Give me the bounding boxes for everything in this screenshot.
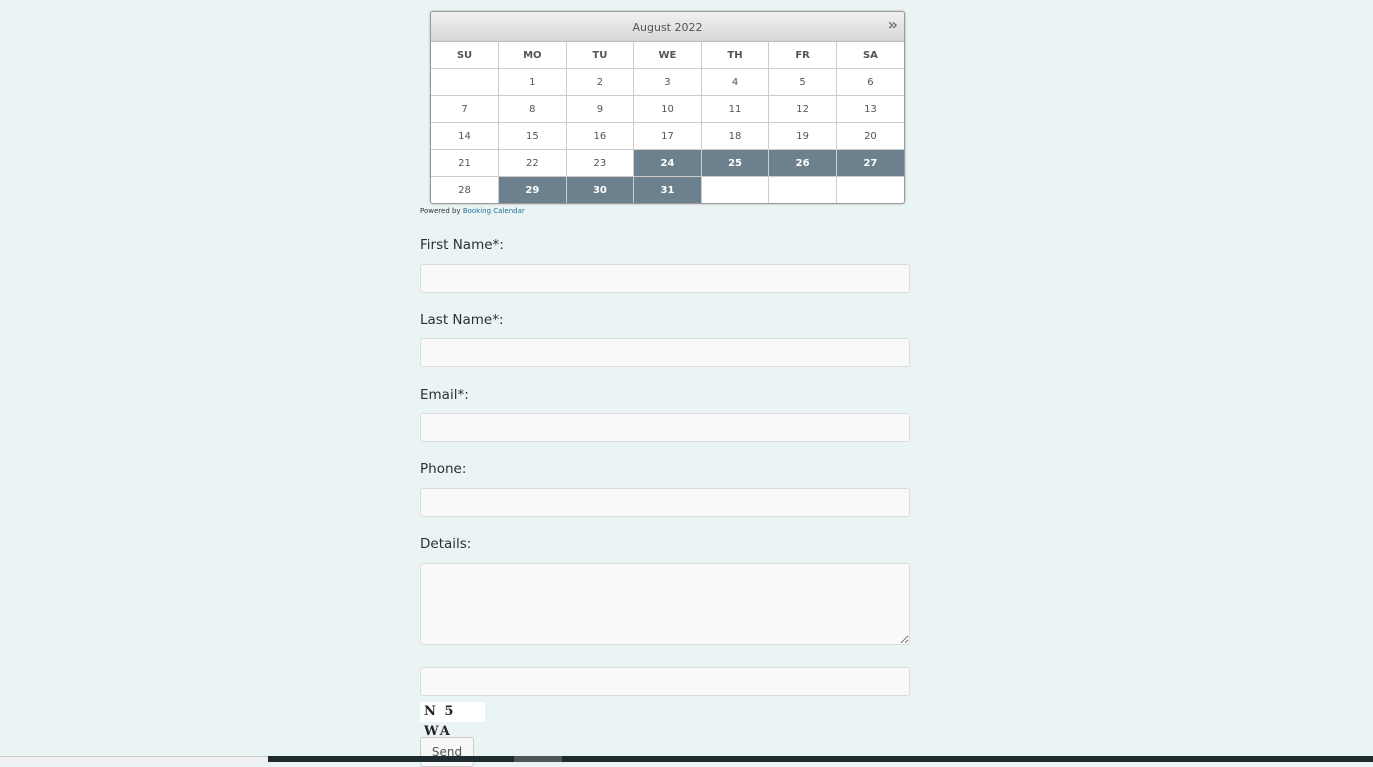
calendar-day[interactable]: 7: [431, 95, 500, 123]
calendar-empty-cell: [768, 176, 837, 203]
calendar-day[interactable]: 5: [768, 68, 837, 96]
weekday-row: SU MO TU WE TH FR SA: [431, 42, 904, 69]
details-textarea[interactable]: [420, 563, 910, 645]
calendar-day[interactable]: 18: [701, 122, 770, 150]
booking-calendar: August 2022 » SU MO TU WE TH FR SA 12345…: [430, 11, 905, 204]
calendar-day[interactable]: 15: [498, 122, 567, 150]
phone-label: Phone:: [420, 461, 467, 477]
calendar-day[interactable]: 22: [498, 149, 567, 177]
calendar-week-row: 7 8 9 10 11 12 13: [431, 95, 904, 123]
calendar-day[interactable]: 19: [768, 122, 837, 150]
calendar-day[interactable]: 30: [566, 176, 635, 203]
calendar-empty-cell: [431, 68, 500, 96]
weekday-header: TH: [701, 42, 770, 69]
calendar-day[interactable]: 26: [768, 149, 837, 177]
booking-calendar-link[interactable]: Booking Calendar: [463, 207, 525, 215]
details-label: Details:: [420, 536, 472, 552]
phone-input[interactable]: [420, 488, 910, 517]
next-month-icon[interactable]: »: [888, 17, 898, 33]
taskbar: [268, 756, 1373, 762]
weekday-header: MO: [498, 42, 567, 69]
calendar-week-row: 28 29 30 31: [431, 176, 904, 204]
calendar-header: August 2022 »: [431, 12, 904, 42]
calendar-day[interactable]: 25: [701, 149, 770, 177]
last-name-input[interactable]: [420, 338, 910, 367]
calendar-day[interactable]: 24: [633, 149, 702, 177]
calendar-day[interactable]: 12: [768, 95, 837, 123]
calendar-day[interactable]: 8: [498, 95, 567, 123]
taskbar-item[interactable]: [514, 756, 562, 762]
weekday-header: WE: [633, 42, 702, 69]
captcha-image: N 5 WA: [420, 702, 485, 739]
email-input[interactable]: [420, 413, 910, 442]
weekday-header: TU: [566, 42, 635, 69]
calendar-day[interactable]: 20: [836, 122, 904, 150]
weekday-header: SA: [836, 42, 904, 69]
powered-by: Powered by Booking Calendar: [420, 207, 525, 215]
calendar-empty-cell: [701, 176, 770, 203]
calendar-month-title: August 2022: [632, 21, 703, 34]
calendar-week-row: 14 15 16 17 18 19 20: [431, 122, 904, 150]
calendar-day[interactable]: 21: [431, 149, 500, 177]
weekday-header: SU: [431, 42, 500, 69]
calendar-day[interactable]: 10: [633, 95, 702, 123]
calendar-day[interactable]: 3: [633, 68, 702, 96]
calendar-week-row: 21 22 23 24 25 26 27: [431, 149, 904, 177]
first-name-input[interactable]: [420, 264, 910, 293]
captcha-input[interactable]: [420, 667, 910, 696]
calendar-day[interactable]: 28: [431, 176, 500, 203]
calendar-day[interactable]: 17: [633, 122, 702, 150]
send-button[interactable]: Send: [420, 737, 474, 767]
calendar-day[interactable]: 4: [701, 68, 770, 96]
first-name-label: First Name*:: [420, 237, 504, 253]
calendar-day[interactable]: 9: [566, 95, 635, 123]
calendar-day[interactable]: 16: [566, 122, 635, 150]
calendar-day[interactable]: 13: [836, 95, 904, 123]
calendar-empty-cell: [836, 177, 904, 204]
calendar-day[interactable]: 31: [633, 176, 702, 203]
calendar-day[interactable]: 23: [566, 149, 635, 177]
calendar-day[interactable]: 27: [836, 149, 904, 177]
calendar-day[interactable]: 29: [498, 176, 567, 203]
calendar-day[interactable]: 11: [701, 95, 770, 123]
calendar-days: 1 2 3 4 5 6 7 8 9 10 11 12 13 14 15 16 17 18 19 20 21 22 23 24 2…: [431, 68, 904, 204]
calendar-day[interactable]: 1: [498, 68, 567, 96]
calendar-grid: SU MO TU WE TH FR SA 1 2 3 4 5 6 7 8 9 10 11 12 13 14…: [431, 42, 904, 203]
weekday-header: FR: [768, 42, 837, 69]
calendar-day[interactable]: 14: [431, 122, 500, 150]
powered-by-prefix: Powered by: [420, 207, 461, 215]
last-name-label: Last Name*:: [420, 312, 504, 328]
calendar-day[interactable]: 2: [566, 68, 635, 96]
calendar-day[interactable]: 6: [836, 68, 904, 96]
email-label: Email*:: [420, 387, 469, 403]
calendar-week-row: 123456: [431, 68, 904, 96]
